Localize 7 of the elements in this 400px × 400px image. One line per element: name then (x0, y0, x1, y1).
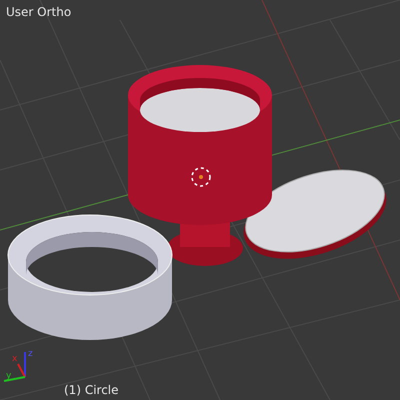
3d-cursor-icon (191, 167, 211, 187)
axis-gizmo-drawing (4, 352, 26, 382)
axis-label: x (12, 354, 18, 364)
axis-label: z (28, 349, 33, 359)
view-label: User Ortho (6, 6, 72, 18)
object-label: (1) Circle (64, 384, 119, 396)
axis-label: y (6, 371, 12, 381)
